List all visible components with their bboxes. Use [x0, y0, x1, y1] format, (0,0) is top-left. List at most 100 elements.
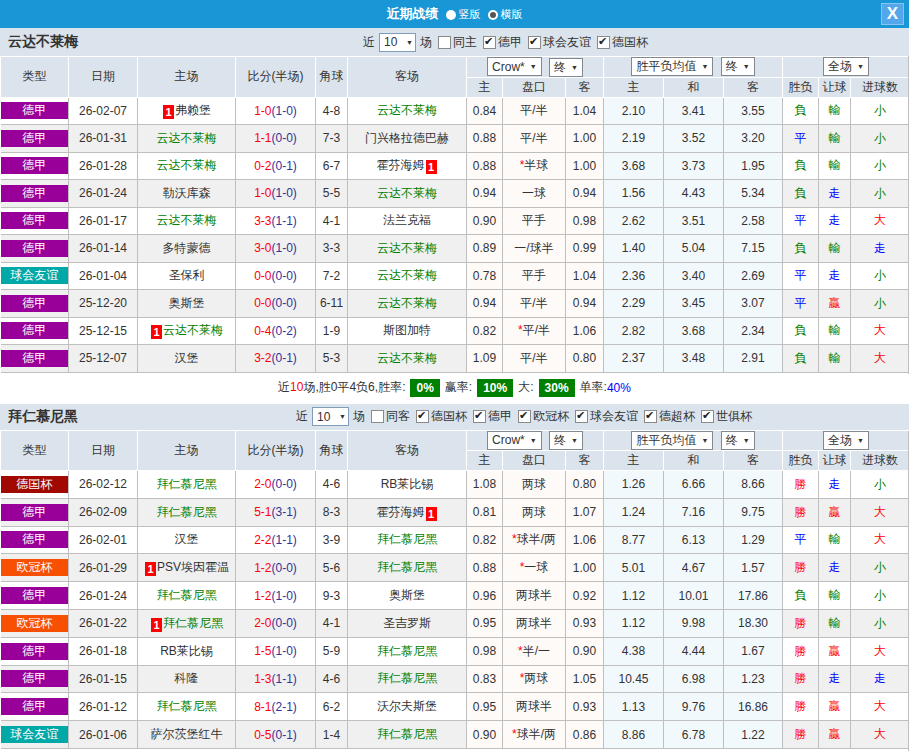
- away-team[interactable]: 云达不莱梅: [348, 290, 467, 318]
- match-row: 德甲26-01-17云达不莱梅3-3(1-1)4-1法兰克福0.90平手0.98…: [1, 207, 909, 235]
- league-filter-checkbox[interactable]: [528, 36, 541, 49]
- home-team[interactable]: 奥斯堡: [138, 290, 236, 318]
- avg-away-odds: 3.55: [724, 97, 783, 125]
- home-team[interactable]: 1弗赖堡: [138, 97, 236, 125]
- home-team[interactable]: 云达不莱梅: [138, 207, 236, 235]
- asian-away-odds: 0.80: [566, 471, 604, 499]
- col-corners: 角球: [316, 430, 348, 471]
- home-team[interactable]: RB莱比锡: [138, 637, 236, 665]
- goals-result: 小: [851, 262, 909, 290]
- bayern-matches-table: 类型 日期 主场 比分(半场) 角球 客场 Crow*▼ 终▼ 胜平负均值▼ 终…: [0, 430, 909, 749]
- home-team[interactable]: 萨尔茨堡红牛: [138, 721, 236, 749]
- asian-home-odds: 0.90: [467, 721, 503, 749]
- league-filter-checkbox[interactable]: [483, 36, 496, 49]
- avg-away-odds: 1.67: [724, 637, 783, 665]
- away-team[interactable]: 拜仁慕尼黑: [348, 526, 467, 554]
- recent-count-select-1[interactable]: 10▼: [379, 33, 416, 52]
- match-row: 德甲26-01-15科隆1-3(1-1)4-6拜仁慕尼黑0.83*两球1.051…: [1, 665, 909, 693]
- asian-line: 两球半: [503, 609, 566, 637]
- same-venue-checkbox-2[interactable]: [371, 410, 384, 423]
- away-team[interactable]: RB莱比锡: [348, 471, 467, 499]
- away-team[interactable]: 拜仁慕尼黑: [348, 665, 467, 693]
- col-avg-home: 主: [604, 77, 664, 97]
- away-team[interactable]: 法兰克福: [348, 207, 467, 235]
- home-team[interactable]: 1云达不莱梅: [138, 317, 236, 345]
- avg-home-odds: 3.68: [604, 152, 664, 180]
- avg-home-odds: 8.77: [604, 526, 664, 554]
- avg-draw-odds: 3.73: [664, 152, 724, 180]
- goals-result: 小: [851, 554, 909, 582]
- handicap-result: 輸: [819, 152, 851, 180]
- avg-draw-odds: 7.16: [664, 498, 724, 526]
- bookmaker-select-1[interactable]: Crow*▼: [487, 57, 542, 76]
- match-score: 3-2(0-1): [236, 345, 316, 373]
- away-team[interactable]: 门兴格拉德巴赫: [348, 125, 467, 153]
- away-team[interactable]: 云达不莱梅: [348, 345, 467, 373]
- avg-draw-odds: 6.78: [664, 721, 724, 749]
- scope-select-1[interactable]: 全场▼: [823, 57, 869, 76]
- home-team[interactable]: 圣保利: [138, 262, 236, 290]
- avg-odds-group: 胜平负均值▼ 终▼: [604, 57, 783, 78]
- avg-select-1[interactable]: 胜平负均值▼: [631, 57, 713, 76]
- recent-count-select-2[interactable]: 10▼: [312, 407, 349, 426]
- away-team[interactable]: 霍芬海姆1: [348, 152, 467, 180]
- home-team[interactable]: 1PSV埃因霍温: [138, 554, 236, 582]
- away-team[interactable]: 圣吉罗斯: [348, 609, 467, 637]
- home-team[interactable]: 多特蒙德: [138, 235, 236, 263]
- league-filter-checkbox[interactable]: [575, 410, 588, 423]
- league-filter-checkbox[interactable]: [416, 410, 429, 423]
- final-select-1b[interactable]: 终▼: [721, 57, 755, 76]
- away-team[interactable]: 云达不莱梅: [348, 97, 467, 125]
- horizontal-layout-radio[interactable]: [488, 10, 498, 20]
- bookmaker-select-2[interactable]: Crow*▼: [487, 431, 542, 450]
- away-team[interactable]: 拜仁慕尼黑: [348, 721, 467, 749]
- avg-away-odds: 18.30: [724, 609, 783, 637]
- away-team[interactable]: 云达不莱梅: [348, 180, 467, 208]
- asian-away-odds: 0.80: [566, 345, 604, 373]
- asian-away-odds: 0.93: [566, 693, 604, 721]
- away-team[interactable]: 云达不莱梅: [348, 262, 467, 290]
- home-team[interactable]: 汉堡: [138, 345, 236, 373]
- home-team[interactable]: 科隆: [138, 665, 236, 693]
- away-team[interactable]: 奥斯堡: [348, 582, 467, 610]
- avg-draw-odds: 6.98: [664, 665, 724, 693]
- same-venue-label-1: 同主: [453, 34, 477, 51]
- away-team[interactable]: 霍芬海姆1: [348, 498, 467, 526]
- away-team[interactable]: 拜仁慕尼黑: [348, 554, 467, 582]
- home-team[interactable]: 1拜仁慕尼黑: [138, 609, 236, 637]
- home-team[interactable]: 汉堡: [138, 526, 236, 554]
- league-filter-checkbox[interactable]: [597, 36, 610, 49]
- final-select-1a[interactable]: 终▼: [549, 58, 583, 77]
- away-team[interactable]: 沃尔夫斯堡: [348, 693, 467, 721]
- col-away: 客场: [348, 57, 467, 98]
- home-team[interactable]: 拜仁慕尼黑: [138, 693, 236, 721]
- final-select-2b[interactable]: 终▼: [721, 431, 755, 450]
- away-team[interactable]: 云达不莱梅: [348, 235, 467, 263]
- league-filter-checkbox[interactable]: [701, 410, 714, 423]
- col-score: 比分(半场): [236, 57, 316, 98]
- home-team[interactable]: 云达不莱梅: [138, 125, 236, 153]
- home-team[interactable]: 勒沃库森: [138, 180, 236, 208]
- col-avg-draw: 和: [664, 451, 724, 471]
- vertical-layout-radio[interactable]: [446, 10, 456, 20]
- corners-value: 4-8: [316, 97, 348, 125]
- final-select-2a[interactable]: 终▼: [549, 431, 583, 450]
- home-team[interactable]: 拜仁慕尼黑: [138, 582, 236, 610]
- avg-select-2[interactable]: 胜平负均值▼: [631, 431, 713, 450]
- league-filter-checkbox[interactable]: [518, 410, 531, 423]
- home-team[interactable]: 拜仁慕尼黑: [138, 471, 236, 499]
- league-filter-checkbox[interactable]: [473, 410, 486, 423]
- home-team[interactable]: 拜仁慕尼黑: [138, 498, 236, 526]
- scope-select-2[interactable]: 全场▼: [823, 431, 869, 450]
- avg-draw-odds: 3.41: [664, 97, 724, 125]
- match-score: 1-3(1-1): [236, 665, 316, 693]
- league-filter-checkbox[interactable]: [644, 410, 657, 423]
- corners-value: 5-9: [316, 637, 348, 665]
- avg-away-odds: 5.34: [724, 180, 783, 208]
- goals-result: 小: [851, 125, 909, 153]
- away-team[interactable]: 斯图加特: [348, 317, 467, 345]
- same-venue-checkbox-1[interactable]: [438, 36, 451, 49]
- close-button[interactable]: X: [881, 3, 904, 25]
- away-team[interactable]: 拜仁慕尼黑: [348, 637, 467, 665]
- home-team[interactable]: 云达不莱梅: [138, 152, 236, 180]
